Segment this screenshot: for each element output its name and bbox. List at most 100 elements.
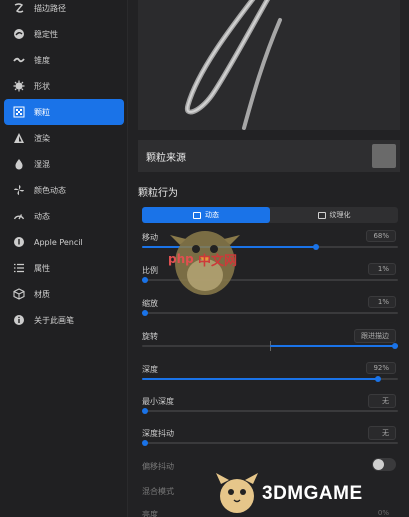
slider-knob[interactable] — [313, 244, 320, 250]
grain-icon — [12, 105, 26, 119]
param-name: 最小深度 — [142, 397, 174, 406]
param-name: 亮度 — [142, 510, 158, 517]
sidebar-item-label: Apple Pencil — [34, 237, 83, 247]
tab-moving[interactable]: 动态 — [142, 207, 270, 223]
wet-mix-icon — [12, 157, 26, 171]
sidebar-item-materials[interactable]: 材质 — [4, 281, 124, 307]
param-name: 移动 — [142, 233, 158, 242]
param-depth-jitter: 深度抖动 无 — [142, 426, 398, 454]
grain-source-row[interactable]: 颗粒来源 — [138, 140, 400, 172]
php-watermark-text: php — [168, 252, 194, 266]
slider-track[interactable] — [142, 277, 398, 283]
tab-moving-label: 动态 — [205, 211, 219, 219]
slider-fill — [270, 345, 398, 347]
slider-fill — [142, 246, 317, 248]
stroke-preview — [138, 0, 400, 130]
sidebar-item-apple-pencil[interactable]: Apple Pencil — [4, 229, 124, 255]
param-name: 深度抖动 — [142, 429, 174, 438]
param-scale: 比例 1% — [142, 263, 398, 291]
grain-mode-segmented-control: 动态 纹理化 — [142, 207, 398, 223]
param-value[interactable]: 1% — [368, 263, 396, 275]
sidebar-item-taper[interactable]: 锥度 — [4, 47, 124, 73]
param-value[interactable]: 跟进描边 — [354, 329, 396, 343]
param-rotation: 旋转 跟进描边 — [142, 329, 398, 357]
sidebar-item-about-brush[interactable]: 关于此画笔 — [4, 307, 124, 333]
color-dynamics-icon — [12, 183, 26, 197]
param-minimum-depth: 最小深度 无 — [142, 394, 398, 422]
taper-icon — [12, 53, 26, 67]
param-value[interactable]: 92% — [366, 362, 396, 374]
stabilization-icon — [12, 27, 26, 41]
sidebar-item-grain[interactable]: 颗粒 — [4, 99, 124, 125]
param-zoom: 缩放 1% — [142, 296, 398, 324]
param-name: 混合模式 — [142, 487, 174, 496]
sidebar-item-label: 材质 — [34, 289, 50, 299]
param-value[interactable]: 1% — [368, 296, 396, 308]
offset-jitter-toggle[interactable] — [372, 458, 396, 471]
sidebar-item-label: 稳定性 — [34, 29, 58, 39]
slider-track[interactable] — [142, 310, 398, 316]
slider-track[interactable] — [142, 341, 398, 351]
slider-knob[interactable] — [142, 408, 148, 414]
param-name: 深度 — [142, 365, 158, 374]
moving-icon — [193, 211, 201, 219]
properties-icon — [12, 261, 26, 275]
3dmgame-watermark-logo — [216, 473, 258, 513]
sidebar-item-label: 湿混 — [34, 159, 50, 169]
param-name: 比例 — [142, 266, 158, 275]
sidebar-item-color-dynamics[interactable]: 颜色动态 — [4, 177, 124, 203]
sidebar-item-wet-mix[interactable]: 湿混 — [4, 151, 124, 177]
param-value[interactable]: 68% — [366, 230, 396, 242]
sidebar-item-label: 颗粒 — [34, 107, 50, 117]
sidebar-item-label: 颜色动态 — [34, 185, 66, 195]
slider-track[interactable] — [142, 376, 398, 382]
sidebar-item-render[interactable]: 渲染 — [4, 125, 124, 151]
sidebar-item-dynamics[interactable]: 动态 — [4, 203, 124, 229]
tab-texturized-label: 纹理化 — [329, 211, 351, 219]
param-value[interactable]: 0% — [368, 507, 396, 517]
param-brightness: 亮度 0% — [142, 509, 398, 517]
param-name: 偏移抖动 — [142, 462, 174, 471]
apple-pencil-icon — [12, 235, 26, 249]
render-icon — [12, 131, 26, 145]
sidebar-item-label: 动态 — [34, 211, 50, 221]
sidebar-item-label: 锥度 — [34, 55, 50, 65]
sidebar-item-shape[interactable]: 形状 — [4, 73, 124, 99]
sidebar-item-label: 属性 — [34, 263, 50, 273]
slider-track[interactable] — [142, 244, 398, 250]
slider-fill — [142, 378, 378, 380]
sidebar-item-label: 关于此画笔 — [34, 315, 74, 325]
slider-knob[interactable] — [374, 376, 381, 382]
tab-texturized[interactable]: 纹理化 — [270, 207, 398, 223]
sidebar-item-label: 渲染 — [34, 133, 50, 143]
slider-knob[interactable] — [142, 277, 148, 283]
settings-sidebar: 描边路径 稳定性 锥度 形状 颗粒 渲染 湿混 颜色动态 动态 Apple Pe… — [0, 0, 128, 517]
sidebar-item-stabilization[interactable]: 稳定性 — [4, 21, 124, 47]
param-depth: 深度 92% — [142, 362, 398, 390]
slider-knob[interactable] — [142, 310, 148, 316]
about-brush-icon — [12, 313, 26, 327]
sidebar-item-stroke-path[interactable]: 描边路径 — [4, 0, 124, 21]
dynamics-icon — [12, 209, 26, 223]
param-name: 旋转 — [142, 332, 158, 341]
grain-source-label: 颗粒来源 — [146, 152, 186, 164]
grain-behavior-title: 颗粒行为 — [138, 188, 178, 199]
texturized-icon — [317, 211, 326, 219]
3dmgame-watermark-text: 3DMGAME — [262, 483, 363, 504]
materials-icon — [12, 287, 26, 301]
slider-knob[interactable] — [142, 440, 148, 446]
grain-source-thumbnail[interactable] — [372, 144, 396, 168]
shape-icon — [12, 79, 26, 93]
slider-track[interactable] — [142, 408, 398, 414]
stroke-preview-drawing — [184, 0, 282, 130]
php-watermark-text-cn: 中文网 — [198, 254, 238, 269]
stroke-path-icon — [12, 1, 26, 15]
param-value[interactable]: 无 — [368, 394, 396, 408]
sidebar-item-label: 形状 — [34, 81, 50, 91]
param-value[interactable]: 无 — [368, 426, 396, 440]
slider-track[interactable] — [142, 440, 398, 446]
sidebar-item-properties[interactable]: 属性 — [4, 255, 124, 281]
slider-knob[interactable] — [392, 343, 398, 349]
toggle-knob — [373, 459, 384, 470]
param-name: 缩放 — [142, 299, 158, 308]
